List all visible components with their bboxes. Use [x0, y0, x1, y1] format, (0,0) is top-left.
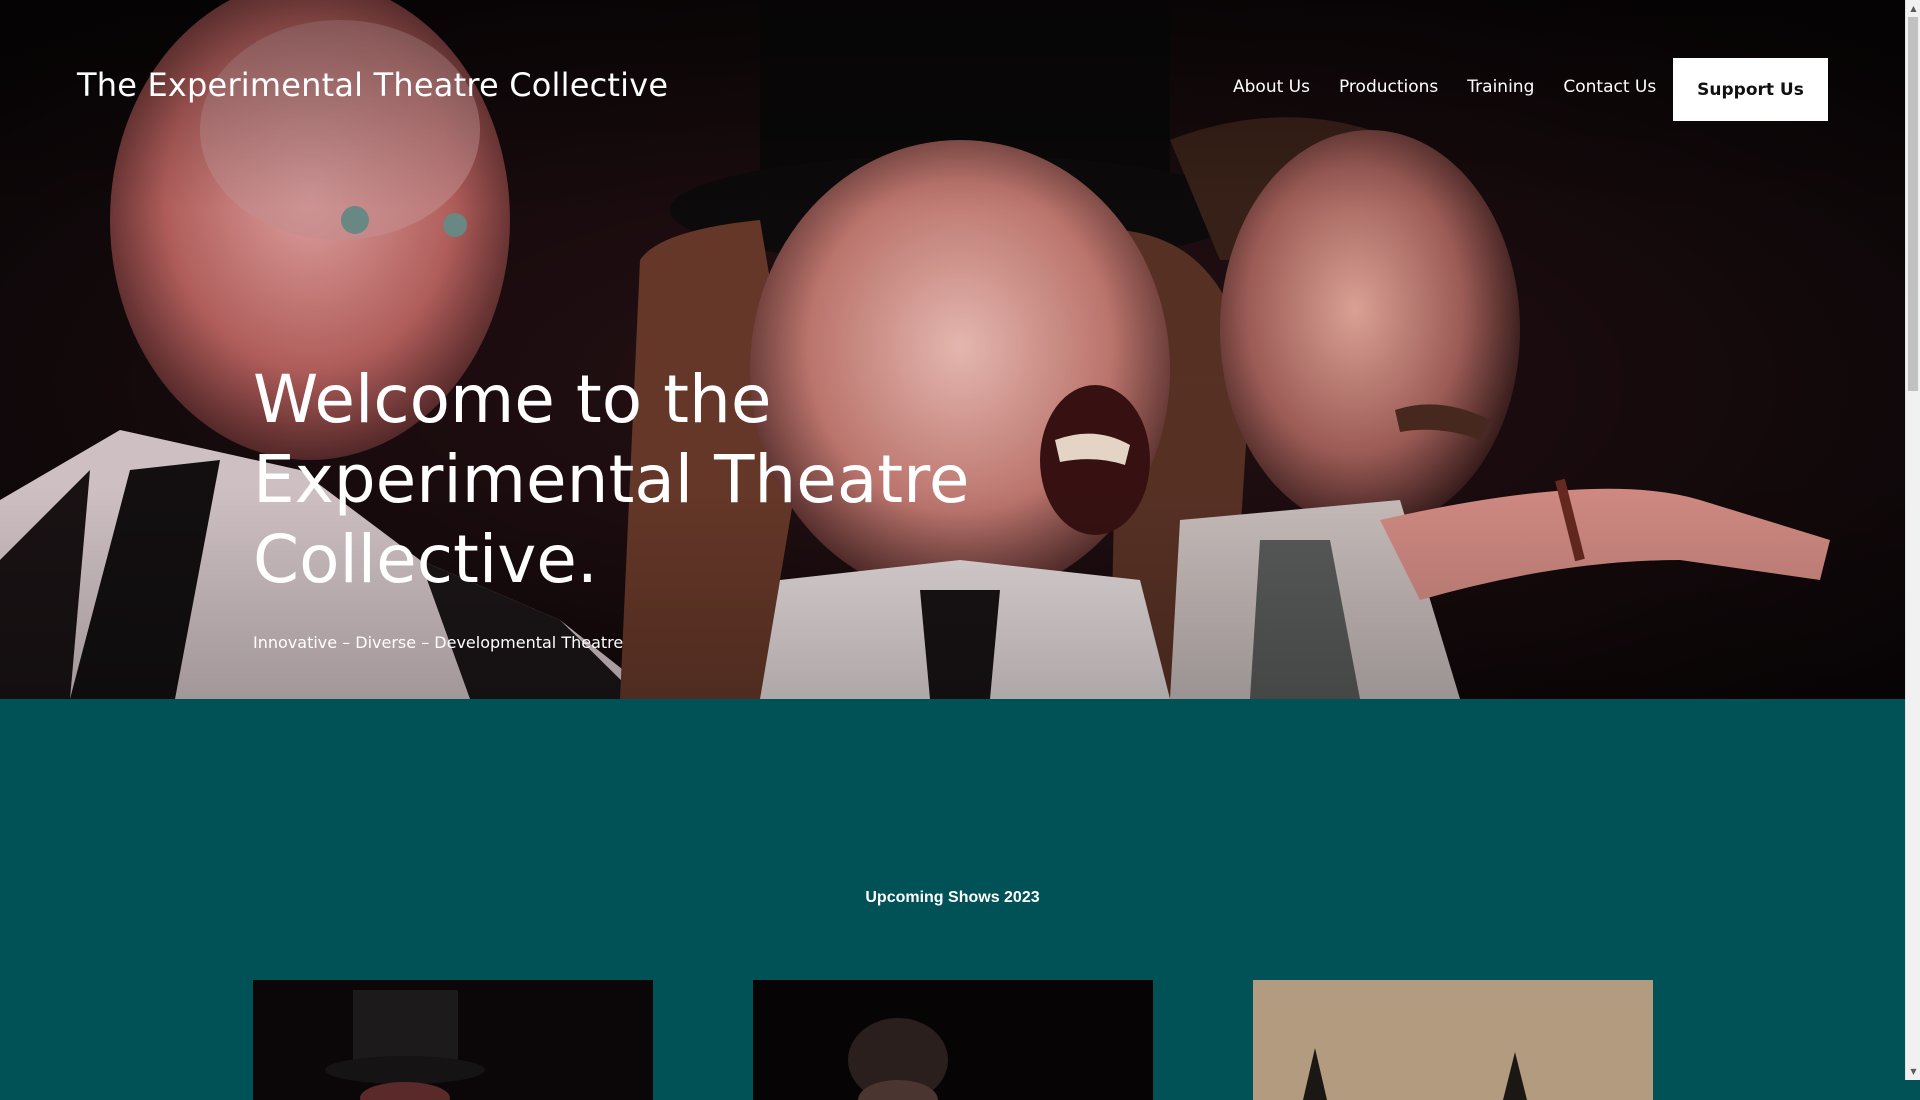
hero-heading-line-3: Collective.: [253, 521, 598, 598]
main-navigation: About Us Productions Training Contact Us: [1233, 77, 1656, 97]
hero-heading-line-2: Experimental Theatre: [253, 441, 970, 518]
show-card-1-image[interactable]: [253, 980, 653, 1100]
page-scrollbar[interactable]: ▲ ▼: [1905, 0, 1920, 1080]
nav-contact-us[interactable]: Contact Us: [1563, 77, 1656, 97]
hero-section: The Experimental Theatre Collective Abou…: [0, 0, 1905, 699]
scrollbar-thumb[interactable]: [1908, 17, 1918, 391]
nav-training[interactable]: Training: [1467, 77, 1534, 97]
scroll-up-arrow-icon[interactable]: ▲: [1906, 0, 1920, 17]
shows-heading: Upcoming Shows 2023: [865, 889, 1040, 906]
show-card-1-photo: [253, 980, 653, 1100]
show-card-3-image[interactable]: [1253, 980, 1653, 1100]
scroll-down-arrow-icon[interactable]: ▼: [1906, 1063, 1920, 1080]
show-card-2-image[interactable]: [753, 980, 1153, 1100]
show-card-2-photo: [753, 980, 1153, 1100]
nav-about-us[interactable]: About Us: [1233, 77, 1310, 97]
upcoming-shows-section: Upcoming Shows 2023: [0, 699, 1905, 1100]
show-card-3-photo: [1253, 980, 1653, 1100]
hero-tagline: Innovative – Diverse – Developmental The…: [253, 633, 624, 652]
support-us-button[interactable]: Support Us: [1673, 58, 1828, 121]
site-title-link[interactable]: The Experimental Theatre Collective: [77, 66, 668, 104]
nav-productions[interactable]: Productions: [1339, 77, 1438, 97]
hero-heading-line-1: Welcome to the: [253, 361, 772, 438]
hero-heading: Welcome to the Experimental Theatre Coll…: [253, 360, 1013, 600]
